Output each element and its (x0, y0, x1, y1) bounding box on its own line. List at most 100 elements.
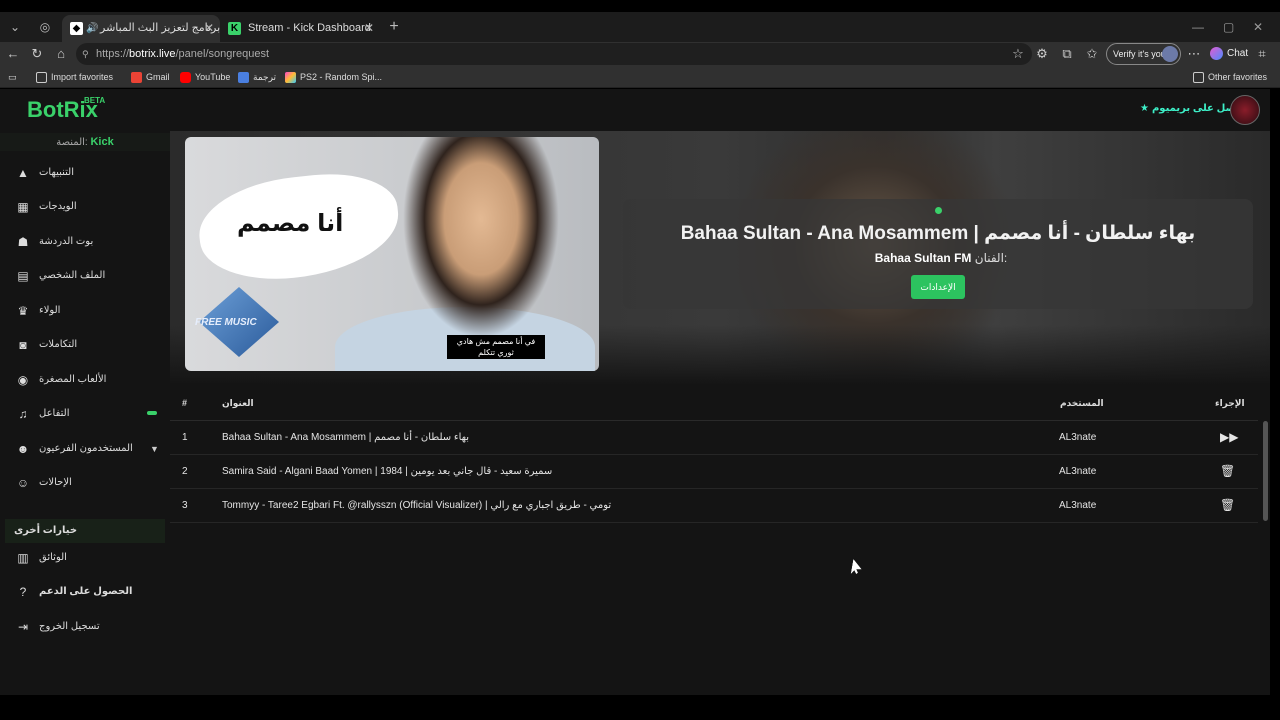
tab-favicon-icon: ◆ (70, 22, 83, 35)
sidebar-item-logout[interactable]: ⇥ تسجيل الخروج (10, 613, 165, 641)
video-thumbnail[interactable]: أنا مصمم FREE MUSIC في أنا مصمم مش هادي … (185, 137, 599, 371)
table-scrollbar[interactable] (1263, 421, 1268, 521)
profile-avatar (1162, 46, 1178, 62)
row-title: Samira Said - Algani Baad Yomen | 1984 |… (222, 466, 553, 477)
row-user: AL3nate (1059, 432, 1097, 443)
restore-icon[interactable]: ▢ (1223, 20, 1234, 34)
other-options-heading: خيارات أخرى (5, 519, 165, 543)
bookmark-import[interactable]: Import favorites (36, 66, 113, 88)
sidebar-item-label: المستخدمون الفرعيون (39, 443, 133, 454)
sidebar: المنصة: Kick ▲ التنبيهات ▦ الويدجات ☗ بوت ا… (0, 131, 170, 695)
split-screen-icon[interactable]: ⧉ (1057, 44, 1077, 64)
star-icon: ★ (1140, 103, 1149, 114)
robot-icon: ☗ (17, 235, 29, 249)
sidebar-item-widgets[interactable]: ▦ الويدجات (10, 193, 165, 221)
chat-label: Chat (1227, 48, 1249, 59)
user-avatar[interactable] (1230, 95, 1260, 125)
plug-icon: ◙ (19, 338, 27, 352)
header-user: المستخدم (1060, 398, 1104, 408)
close-tab-icon[interactable]: ✕ (364, 15, 374, 42)
url-host: botrix.live (129, 48, 176, 60)
sidebar-item-profile[interactable]: ▤ الملف الشخصي (10, 262, 165, 290)
sidebar-item-loyalty[interactable]: ♛ الولاء (10, 297, 165, 325)
bookmark-label: ترجمة (253, 72, 277, 82)
youtube-icon (180, 72, 191, 84)
globe-icon[interactable]: ◎ (34, 17, 56, 37)
site-info-icon[interactable]: ⚲ (82, 43, 89, 65)
header-number: # (182, 398, 188, 408)
kick-favicon-icon: K (228, 22, 241, 35)
more-icon[interactable]: ⋯ (1184, 44, 1204, 64)
tab-strip: ⌄ ◎ ◆ 🔊 أفضل برنامج لتعزيز البث المباشر … (0, 12, 1280, 42)
user-group-icon: ☺ (16, 476, 30, 490)
new-tab-button[interactable]: + (383, 17, 405, 37)
platform-indicator: المنصة: Kick (0, 133, 170, 151)
beta-badge: BETA (84, 96, 106, 105)
sidebar-item-docs[interactable]: ▥ الوثائق (10, 544, 165, 572)
artist-name: Bahaa Sultan FM (874, 251, 972, 265)
sidebar-item-chatbot[interactable]: ☗ بوت الدردشة (10, 228, 165, 256)
tab-kick[interactable]: K Stream - Kick Dashboard ✕ (220, 15, 380, 42)
sidebar-item-label: الويدجات (39, 201, 77, 212)
table-row: 3 Tommyy - Taree2 Egbari Ft. @rallysszn … (170, 489, 1258, 523)
url-prefix: https:// (96, 48, 130, 60)
sidebar-toggle-icon[interactable]: ⌗ (1252, 44, 1272, 64)
scroll-icon: ▥ (17, 551, 29, 565)
trash-icon[interactable]: 🗑 (1220, 498, 1235, 512)
tab-list-chevron-icon[interactable]: ⌄ (4, 17, 26, 37)
verify-label: Verify it's you (1113, 49, 1166, 59)
sidebar-item-integrations[interactable]: ◙ التكاملات (10, 331, 165, 359)
gmail-icon (131, 72, 142, 84)
sidebar-item-referrals[interactable]: ☺ الإحالات (10, 469, 165, 497)
tab-botrix[interactable]: ◆ 🔊 أفضل برنامج لتعزيز البث المباشر ✕ (62, 15, 220, 42)
sidebar-item-subusers[interactable]: ☻ المستخدمون الفرعيون ▼ (10, 435, 165, 463)
sidebar-item-alerts[interactable]: ▲ التنبيهات (10, 159, 165, 187)
free-music-logo-text: FREE MUSIC (195, 317, 257, 328)
favorite-star-icon[interactable]: ☆ (1008, 44, 1028, 64)
sidebar-item-support[interactable]: ? الحصول على الدعم (10, 578, 165, 606)
sidebar-item-label: تسجيل الخروج (39, 621, 100, 632)
verify-profile-button[interactable]: Verify it's you (1106, 43, 1181, 65)
translate-icon (238, 72, 249, 84)
header-action: الإجراء (1215, 398, 1245, 408)
other-favorites[interactable]: Other favorites (1193, 66, 1267, 88)
row-number: 2 (182, 466, 188, 477)
table-header: # العنوان المستخدم الإجراء (170, 385, 1258, 421)
chevron-down-icon[interactable]: ▼ (150, 435, 159, 463)
table-row: 2 Samira Said - Algani Baad Yomen | 1984… (170, 455, 1258, 489)
sidebar-item-interaction[interactable]: ♫ التفاعل (10, 400, 165, 428)
now-playing-card: Bahaa Sultan - Ana Mosammem | بهاء سلطان… (623, 199, 1253, 309)
address-bar[interactable]: ⚲ https://botrix.live/panel/songrequest (76, 43, 1032, 65)
bookmark-gmail[interactable]: Gmail (131, 66, 170, 88)
minimize-icon[interactable]: — (1192, 20, 1204, 34)
bookmark-ps2[interactable]: PS2 - Random Spi... (285, 66, 382, 88)
bookmark-youtube[interactable]: YouTube (180, 66, 230, 88)
ps2-icon (285, 72, 296, 84)
grid-icon: ▦ (17, 200, 29, 214)
bookmark-label: YouTube (195, 72, 231, 82)
close-window-icon[interactable]: ✕ (1253, 20, 1263, 34)
tab-label: Stream - Kick Dashboard (248, 22, 371, 34)
reading-view-icon[interactable]: ▭ (8, 66, 17, 88)
close-tab-icon[interactable]: ✕ (204, 15, 214, 42)
row-user: AL3nate (1059, 500, 1097, 511)
reload-icon[interactable]: ↻ (27, 44, 47, 64)
navigation-bar: ← ↻ ⌂ ⚲ https://botrix.live/panel/songre… (0, 42, 1280, 66)
home-icon[interactable]: ⌂ (51, 44, 71, 64)
play-next-icon[interactable]: ▶▶ (1220, 430, 1238, 444)
sidebar-item-minigames[interactable]: ◉ الألعاب المصغرة (10, 366, 165, 394)
trash-icon[interactable]: 🗑 (1220, 464, 1235, 478)
botrix-logo[interactable]: BotRix BETA (27, 96, 105, 123)
sidebar-item-label: بوت الدردشة (39, 236, 94, 247)
copilot-chat-button[interactable]: Chat (1210, 44, 1248, 64)
logout-icon: ⇥ (17, 620, 29, 634)
back-icon[interactable]: ← (3, 44, 23, 64)
thumbnail-title: أنا مصمم (237, 210, 344, 237)
row-number: 1 (182, 432, 188, 443)
sidebar-item-label: الحصول على الدعم (39, 586, 133, 597)
artist-label: الفنان: (974, 251, 1008, 265)
bookmark-translate[interactable]: ترجمة (238, 66, 276, 88)
favorites-icon[interactable]: ✩ (1082, 44, 1102, 64)
settings-button[interactable]: الإعدادات (911, 275, 965, 299)
extensions-icon[interactable]: ⚙ (1032, 44, 1052, 64)
